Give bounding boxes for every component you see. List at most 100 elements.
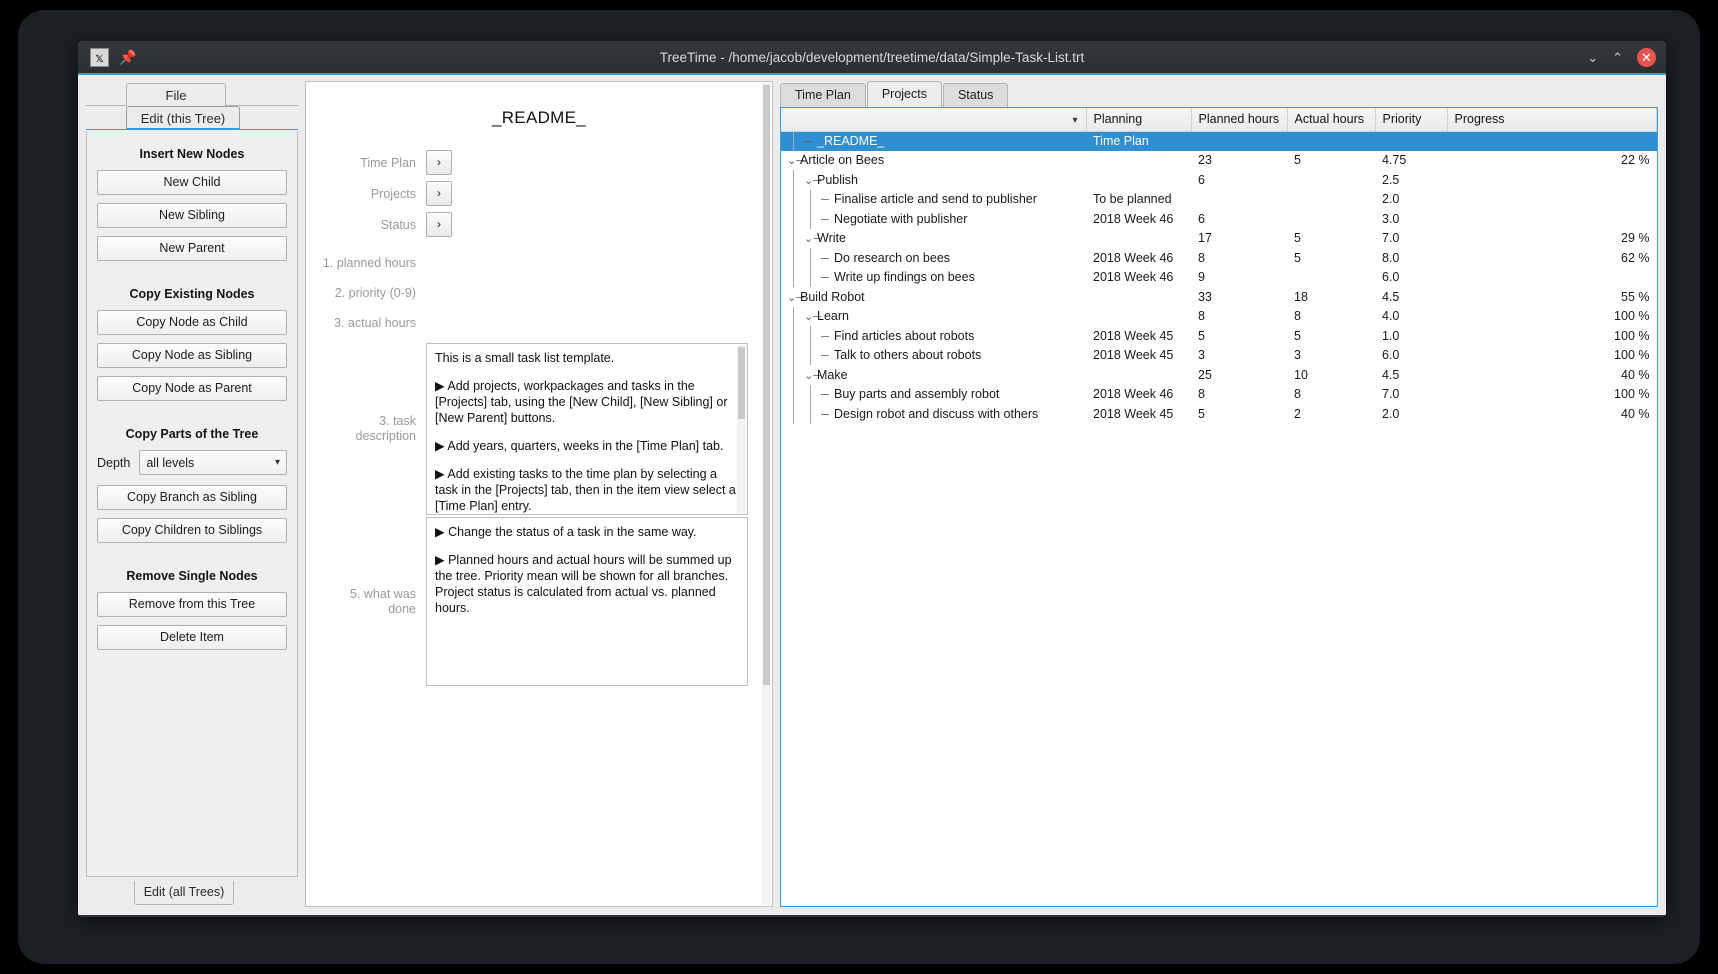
tree-table: ▾ Planning Planned hours Actual hours Pr… [781,108,1657,424]
new-sibling-button[interactable]: New Sibling [97,203,287,228]
table-row[interactable]: ─ Talk to others about robots 2018 Week 45… [781,345,1657,365]
table-row[interactable]: ⌄─Make 25 10 4.5 40 % [781,365,1657,385]
what-was-done-row: 5. what was done ▶ Change the status of … [306,517,772,686]
projects-link-button[interactable]: › [426,181,452,206]
column-header-planned-hours[interactable]: Planned hours [1191,108,1288,132]
tree-node-cell[interactable]: ─ Design robot and discuss with others [781,404,1086,424]
column-header-priority[interactable]: Priority [1375,108,1448,132]
tree-node-cell[interactable]: ─ Write up findings on bees [781,267,1086,287]
copy-branch-as-sibling-button[interactable]: Copy Branch as Sibling [97,485,287,510]
new-parent-button[interactable]: New Parent [97,236,287,261]
tree-node-cell[interactable]: ─ _README_ [781,131,1086,151]
item-view-scrollbar[interactable] [762,83,771,905]
description-scrollbar[interactable] [737,345,746,513]
tree-node-cell[interactable]: ─ Talk to others about robots [781,345,1086,365]
description-paragraph: ▶ Add years, quarters, weeks in the [Tim… [435,439,724,453]
cell-progress: 40 % [1621,367,1650,382]
tree-node-cell[interactable]: ⌄─Learn [781,306,1086,326]
cell-progress: 22 % [1621,153,1650,168]
table-row[interactable]: ─ _README_ Time Plan [781,131,1657,151]
application-icon: 𝕩 [90,47,109,67]
description-paragraph: ▶ Add existing tasks to the time plan by… [435,467,736,513]
cell-planned-hours: 17 [1198,231,1212,246]
tree-node-cell[interactable]: ─ Finalise article and send to publisher [781,189,1086,209]
table-row[interactable]: ⌄─Article on Bees 23 5 4.75 22 % [781,151,1657,171]
tree-node-label: Write [817,231,846,246]
tree-guide-line [810,345,811,365]
expand-collapse-icon[interactable]: ⌄─ [787,291,804,304]
table-row[interactable]: ⌄─Build Robot 33 18 4.5 55 % [781,287,1657,307]
table-row[interactable]: ⌄─Write 17 5 7.0 29 % [781,228,1657,249]
tab-edit-this-tree[interactable]: Edit (this Tree) [126,106,240,130]
cell-progress: 62 % [1621,250,1650,265]
column-header-planning[interactable]: Planning [1086,108,1192,132]
expand-collapse-icon[interactable]: ⌄─ [804,232,821,245]
column-header-actual-hours[interactable]: Actual hours [1287,108,1376,132]
table-row[interactable]: ⌄─Learn 8 8 4.0 100 % [781,306,1657,326]
tab-time-plan[interactable]: Time Plan [780,83,866,107]
table-row[interactable]: ─ Design robot and discuss with others 201… [781,404,1657,424]
pin-icon[interactable]: 📌 [119,50,136,64]
window-controls: ⌄ ⌃ ✕ [1587,47,1656,67]
tree-node-label: Finalise article and send to publisher [834,192,1037,207]
maximize-button[interactable]: ⌃ [1612,51,1623,64]
table-row[interactable]: ⌄─Publish 6 2.5 [781,170,1657,190]
column-header-name[interactable]: ▾ [781,108,1087,132]
copy-node-as-sibling-button[interactable]: Copy Node as Sibling [97,343,287,368]
item-link-row: Projects › [306,181,772,206]
tree-node-cell[interactable]: ⌄─Make [781,365,1086,385]
expand-collapse-icon[interactable]: ⌄─ [804,310,821,323]
expand-collapse-icon[interactable]: ⌄─ [804,174,821,187]
expand-collapse-icon[interactable]: ⌄─ [804,369,821,382]
table-row[interactable]: ─ Buy parts and assembly robot 2018 Week 4… [781,384,1657,404]
table-row[interactable]: ─ Finalise article and send to publisher T… [781,189,1657,209]
tree-node-cell[interactable]: ⌄─Write [781,228,1086,248]
tree-node-cell[interactable]: ⌄─Build Robot [781,287,1086,307]
task-description-label-l1: 3. task [379,414,416,428]
tree-node-label: Write up findings on bees [834,270,975,285]
expand-collapse-icon[interactable]: ⌄─ [787,154,804,167]
tree-branch-icon: ─ [821,194,829,207]
desktop-background: 𝕩 📌 TreeTime - /home/jacob/development/t… [0,0,1718,974]
tab-file[interactable]: File [126,83,226,106]
minimize-button[interactable]: ⌄ [1587,51,1598,64]
delete-item-button[interactable]: Delete Item [97,625,287,650]
field-label-status: Status [380,218,416,232]
tab-status[interactable]: Status [942,83,1009,107]
tree-node-label: Article on Bees [800,153,885,168]
tree-node-cell[interactable]: ─ Negotiate with publisher [781,209,1086,229]
status-link-button[interactable]: › [426,212,452,237]
table-row[interactable]: ─ Find articles about robots 2018 Week 45 5… [781,326,1657,346]
depth-row: Depth all levels ▾ [97,450,287,475]
close-button[interactable]: ✕ [1637,47,1656,67]
tree-node-cell[interactable]: ─ Buy parts and assembly robot [781,384,1086,404]
cell-progress: 29 % [1621,231,1650,246]
copy-node-as-child-button[interactable]: Copy Node as Child [97,310,287,335]
tab-edit-all-trees[interactable]: Edit (all Trees) [134,881,234,905]
column-header-progress[interactable]: Progress [1447,108,1657,132]
table-row[interactable]: ─ Do research on bees 2018 Week 46 8 5 8.0 62 … [781,248,1657,268]
what-was-done-textarea[interactable]: ▶ Change the status of a task in the sam… [426,517,748,686]
cell-planned-hours: 33 [1198,289,1212,304]
task-description-textarea[interactable]: This is a small task list template. ▶ Ad… [426,343,748,515]
copy-children-to-siblings-button[interactable]: Copy Children to Siblings [97,518,287,543]
item-description-area: 3. task description This is a small task… [306,343,772,686]
table-row[interactable]: ─ Write up findings on bees 2018 Week 46 9 6… [781,267,1657,287]
tree-node-cell[interactable]: ─ Do research on bees [781,248,1086,268]
item-view-scrollbar-thumb[interactable] [763,85,770,685]
tree-node-cell[interactable]: ─ Find articles about robots [781,326,1086,346]
tree-node-cell[interactable]: ⌄─Article on Bees [781,151,1086,171]
remove-from-this-tree-button[interactable]: Remove from this Tree [97,592,287,617]
tree-guide-line [810,326,811,346]
description-scrollbar-thumb[interactable] [738,347,745,419]
tree-node-cell[interactable]: ⌄─Publish [781,170,1086,190]
new-child-button[interactable]: New Child [97,170,287,195]
table-row[interactable]: ─ Negotiate with publisher 2018 Week 46 6 3.… [781,209,1657,229]
depth-select[interactable]: all levels ▾ [139,450,287,475]
tab-projects[interactable]: Projects [866,81,942,107]
cell-priority [1375,131,1447,151]
cell-planning [1086,229,1191,249]
copy-node-as-parent-button[interactable]: Copy Node as Parent [97,376,287,401]
time-plan-link-button[interactable]: › [426,150,452,175]
task-description-label-l2: description [355,429,416,443]
